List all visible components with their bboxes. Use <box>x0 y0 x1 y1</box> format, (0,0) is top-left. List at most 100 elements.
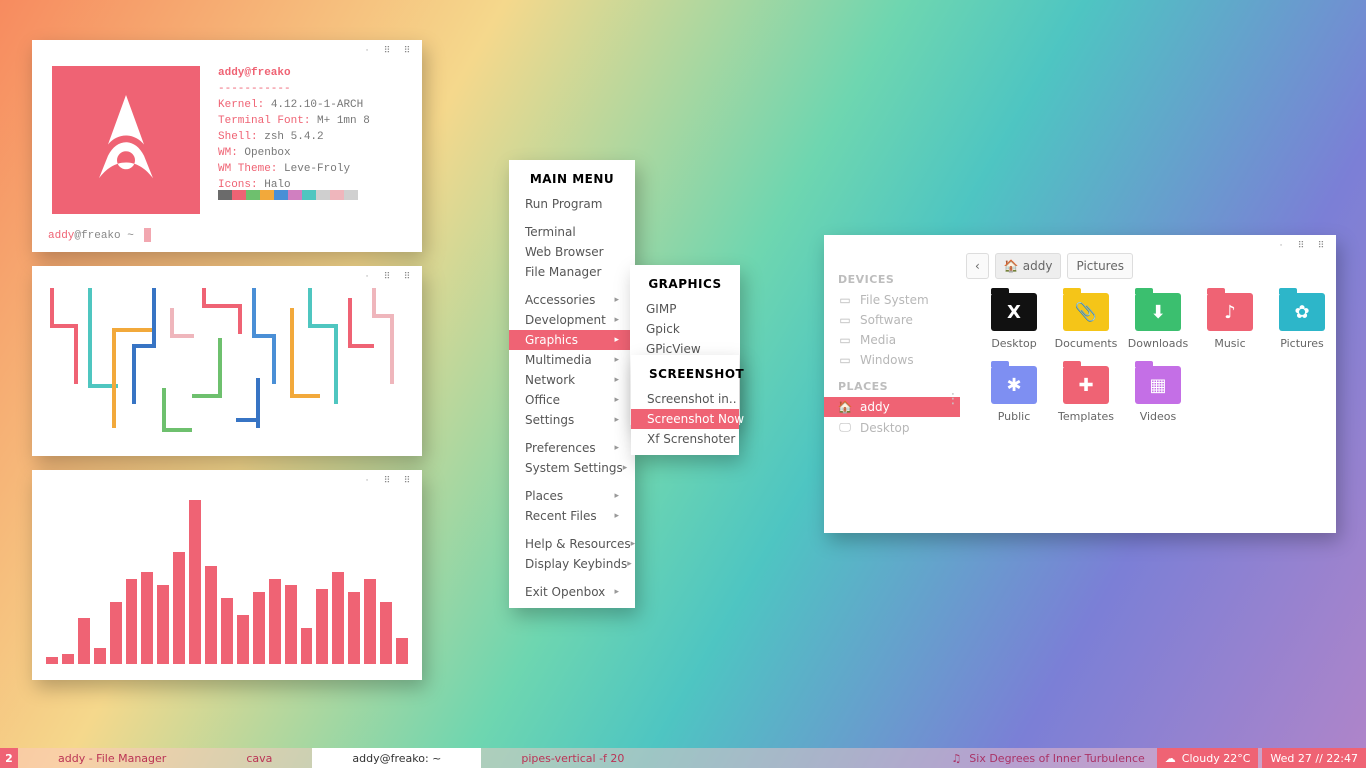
fm-toolbar: ‹ 🏠 addy Pictures <box>966 253 1133 279</box>
breadcrumb-current[interactable]: Pictures <box>1067 253 1133 279</box>
menu-item[interactable]: Development▸ <box>509 310 635 330</box>
window-minimize-icon[interactable]: · <box>360 272 374 282</box>
cloud-icon: ☁ <box>1165 752 1176 765</box>
menu-item[interactable]: Run Program <box>509 194 635 214</box>
weather-widget[interactable]: ☁ Cloudy 22°C <box>1157 748 1259 768</box>
audio-bar <box>221 598 233 664</box>
audio-bar <box>364 579 376 664</box>
sidebar-place[interactable]: 🏠addy <box>824 397 960 417</box>
menu-item[interactable]: Graphics▸ <box>509 330 635 350</box>
window-close-icon[interactable]: ⠿ <box>1314 241 1328 251</box>
menu-item[interactable]: Recent Files▸ <box>509 506 635 526</box>
taskbar-task[interactable]: addy@freako: ~ <box>312 748 481 768</box>
menu-item[interactable]: Preferences▸ <box>509 438 635 458</box>
shell-prompt[interactable]: addy@freako ~ <box>48 228 151 242</box>
sysinfo-line: Shell: zsh 5.4.2 <box>218 130 370 146</box>
folder-icon: ♪ <box>1207 293 1253 331</box>
window-minimize-icon[interactable]: · <box>1274 241 1288 251</box>
sidebar-place[interactable]: 🖵Desktop <box>824 417 960 438</box>
folder-item[interactable]: ▦Videos <box>1124 366 1192 423</box>
folder-item[interactable]: 📎Documents <box>1052 293 1120 350</box>
menu-item[interactable]: System Settings▸ <box>509 458 635 478</box>
folder-item[interactable]: XDesktop <box>980 293 1048 350</box>
drive-icon: ▭ <box>838 293 852 307</box>
menu-item[interactable]: Multimedia▸ <box>509 350 635 370</box>
folder-item[interactable]: ✚Templates <box>1052 366 1120 423</box>
window-minimize-icon[interactable]: · <box>360 476 374 486</box>
menu-title: GRAPHICS <box>630 265 740 299</box>
sysinfo-text: addy@freako ----------- Kernel: 4.12.10-… <box>218 66 370 194</box>
menu-item[interactable]: File Manager <box>509 262 635 282</box>
taskbar-task[interactable]: cava <box>206 748 312 768</box>
window-minimize-icon[interactable]: · <box>360 46 374 56</box>
folder-item[interactable]: ✱Public <box>980 366 1048 423</box>
menu-item[interactable]: Screenshot Now <box>631 409 739 429</box>
folder-item[interactable]: ✿Pictures <box>1268 293 1336 350</box>
folder-icon: X <box>991 293 1037 331</box>
color-swatch <box>232 190 246 200</box>
main-context-menu[interactable]: MAIN MENU Run Program TerminalWeb Browser… <box>509 160 635 608</box>
cava-terminal-window: · ⠿ ⠿ <box>32 470 422 680</box>
window-close-icon[interactable]: ⠿ <box>400 46 414 56</box>
color-swatch <box>330 190 344 200</box>
folder-icon: ▦ <box>1135 366 1181 404</box>
menu-item[interactable]: Accessories▸ <box>509 290 635 310</box>
cursor-icon <box>144 228 151 242</box>
window-close-icon[interactable]: ⠿ <box>400 476 414 486</box>
menu-item[interactable]: Display Keybinds▸ <box>509 554 635 574</box>
audio-bar <box>301 628 313 664</box>
workspace-indicator[interactable]: 2 <box>0 748 18 768</box>
audio-bar <box>285 585 297 664</box>
taskbar: 2 addy - File Managercavaaddy@freako: ~p… <box>0 748 1366 768</box>
sidebar-device[interactable]: ▭File System <box>824 290 960 310</box>
folder-icon: ⬇ <box>1135 293 1181 331</box>
window-maximize-icon[interactable]: ⠿ <box>380 272 394 282</box>
folder-item[interactable]: ♪Music <box>1196 293 1264 350</box>
menu-item[interactable]: Settings▸ <box>509 410 635 430</box>
menu-item[interactable]: Web Browser <box>509 242 635 262</box>
taskbar-task[interactable]: pipes-vertical -f 20 <box>481 748 664 768</box>
menu-item[interactable]: Network▸ <box>509 370 635 390</box>
breadcrumb-home[interactable]: 🏠 addy <box>995 253 1062 279</box>
folder-item[interactable]: ⬇Downloads <box>1124 293 1192 350</box>
screenshot-submenu[interactable]: SCREENSHOT Screenshot in..Screenshot Now… <box>631 355 739 455</box>
audio-bar <box>62 654 74 664</box>
color-swatch <box>246 190 260 200</box>
audio-bar <box>380 602 392 664</box>
now-playing[interactable]: ♫ Six Degrees of Inner Turbulence <box>943 748 1152 768</box>
audio-bar <box>269 579 281 664</box>
menu-item[interactable]: Help & Resources▸ <box>509 534 635 554</box>
window-maximize-icon[interactable]: ⠿ <box>380 46 394 56</box>
desktop-icon: 🖵 <box>838 420 852 435</box>
sidebar-device[interactable]: ▭Media <box>824 330 960 350</box>
menu-item[interactable]: GIMP <box>630 299 740 319</box>
folder-icon: ✿ <box>1279 293 1325 331</box>
now-playing-title: Six Degrees of Inner Turbulence <box>969 752 1145 765</box>
audio-bar <box>189 500 201 664</box>
sidebar-overflow-icon[interactable]: ⋮ <box>946 397 960 401</box>
menu-item[interactable]: Screenshot in.. <box>631 389 739 409</box>
color-swatch <box>274 190 288 200</box>
sidebar-device[interactable]: ▭Windows <box>824 350 960 370</box>
color-swatches <box>218 190 358 200</box>
window-close-icon[interactable]: ⠿ <box>400 272 414 282</box>
menu-item[interactable]: Office▸ <box>509 390 635 410</box>
folder-icon: ✱ <box>991 366 1037 404</box>
back-button[interactable]: ‹ <box>966 253 989 279</box>
menu-item[interactable]: Exit Openbox▸ <box>509 582 635 602</box>
menu-item[interactable]: Places▸ <box>509 486 635 506</box>
window-maximize-icon[interactable]: ⠿ <box>1294 241 1308 251</box>
audio-bar <box>94 648 106 664</box>
sidebar-device[interactable]: ▭Software <box>824 310 960 330</box>
audio-bar <box>157 585 169 664</box>
menu-title: MAIN MENU <box>509 160 635 194</box>
audio-bar <box>332 572 344 664</box>
menu-item[interactable]: Gpick <box>630 319 740 339</box>
audio-bar <box>205 566 217 664</box>
menu-item[interactable]: Xf Screnshoter <box>631 429 739 449</box>
window-maximize-icon[interactable]: ⠿ <box>380 476 394 486</box>
clock-widget[interactable]: Wed 27 // 22:47 <box>1262 748 1366 768</box>
color-swatch <box>302 190 316 200</box>
menu-item[interactable]: Terminal <box>509 222 635 242</box>
taskbar-task[interactable]: addy - File Manager <box>18 748 206 768</box>
